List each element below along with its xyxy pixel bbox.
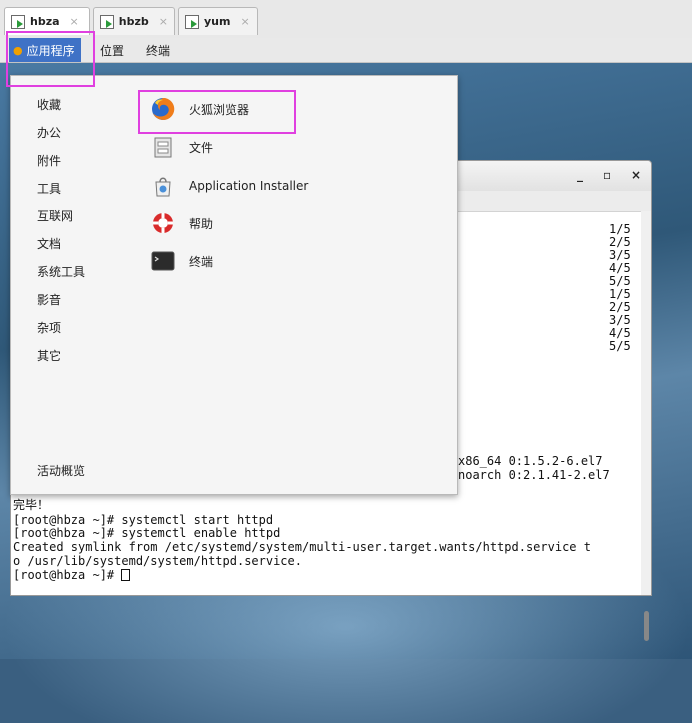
vm-tab-hbzb[interactable]: hbzb × bbox=[93, 7, 175, 35]
category-favorites[interactable]: 收藏 bbox=[37, 96, 61, 113]
applications-label: 应用程序 bbox=[26, 43, 75, 58]
vm-icon bbox=[100, 14, 114, 29]
places-menu-button[interactable]: 位置 bbox=[100, 42, 124, 59]
top-panel: ● 应用程序 位置 终端 bbox=[0, 38, 692, 63]
app-label: Application Installer bbox=[189, 179, 309, 193]
vm-icon bbox=[11, 14, 25, 29]
gnome-foot-icon: ● bbox=[13, 43, 23, 57]
scrollbar-thumb[interactable] bbox=[644, 611, 649, 641]
app-label: 火狐浏览器 bbox=[189, 102, 250, 117]
close-icon[interactable]: × bbox=[159, 15, 168, 28]
category-sundry[interactable]: 杂项 bbox=[37, 319, 61, 336]
vm-tab-hbza[interactable]: hbza × bbox=[4, 7, 90, 35]
vm-icon bbox=[185, 14, 199, 29]
terminal-line: [root@hbza ~]# systemctl enable httpd bbox=[13, 526, 281, 540]
close-icon[interactable]: × bbox=[631, 168, 641, 182]
vm-tab-label: hbza bbox=[30, 15, 60, 28]
vm-tab-label: hbzb bbox=[118, 15, 149, 28]
terminal-app-button[interactable]: 终端 bbox=[146, 42, 170, 59]
text-cursor bbox=[121, 569, 131, 581]
app-terminal[interactable]: 终端 bbox=[151, 246, 213, 276]
progress-count: 5/5 bbox=[609, 339, 631, 353]
applications-dropdown: 收藏 办公 附件 工具 互联网 文档 系统工具 影音 杂项 其它 活动概览 火狐… bbox=[10, 75, 458, 495]
app-files[interactable]: 文件 bbox=[151, 132, 213, 162]
category-utilities[interactable]: 工具 bbox=[37, 180, 61, 197]
files-icon bbox=[151, 135, 175, 159]
installer-icon bbox=[151, 174, 175, 198]
close-icon[interactable]: × bbox=[240, 15, 249, 28]
app-help[interactable]: 帮助 bbox=[151, 208, 213, 238]
prompt-text: [root@hbza ~]# bbox=[13, 568, 122, 582]
vm-tab-yum[interactable]: yum × bbox=[178, 7, 258, 35]
app-installer[interactable]: Application Installer bbox=[151, 171, 308, 201]
package-line: noarch 0:2.1.41-2.el7 bbox=[458, 468, 610, 482]
terminal-scrollbar[interactable] bbox=[641, 211, 651, 641]
app-firefox[interactable]: 火狐浏览器 bbox=[151, 94, 249, 124]
vm-tab-label: yum bbox=[204, 15, 231, 28]
app-label: 文件 bbox=[189, 140, 214, 155]
category-system-tools[interactable]: 系统工具 bbox=[37, 263, 85, 280]
minimize-icon[interactable]: _ bbox=[577, 168, 583, 182]
category-accessories[interactable]: 附件 bbox=[37, 152, 61, 169]
terminal-line: Created symlink from /etc/systemd/system… bbox=[13, 540, 591, 554]
terminal-prompt-line: [root@hbza ~]# bbox=[13, 568, 131, 582]
terminal-icon bbox=[151, 249, 175, 273]
category-office[interactable]: 办公 bbox=[37, 124, 61, 141]
app-label: 终端 bbox=[189, 254, 214, 269]
activities-overview[interactable]: 活动概览 bbox=[37, 462, 85, 479]
package-line: x86_64 0:1.5.2-6.el7 bbox=[458, 454, 603, 468]
help-icon bbox=[151, 211, 175, 235]
terminal-line: 完毕！ bbox=[13, 498, 50, 512]
applications-menu-button[interactable]: ● 应用程序 bbox=[9, 38, 81, 62]
category-other[interactable]: 其它 bbox=[37, 347, 61, 364]
vm-tab-strip: hbza × hbzb × yum × bbox=[0, 0, 692, 39]
maximize-icon[interactable]: ▫ bbox=[603, 168, 611, 182]
category-internet[interactable]: 互联网 bbox=[37, 207, 73, 224]
category-sound-video[interactable]: 影音 bbox=[37, 291, 61, 308]
firefox-icon bbox=[151, 97, 175, 121]
close-icon[interactable]: × bbox=[70, 15, 79, 28]
terminal-line: o /usr/lib/systemd/system/httpd.service. bbox=[13, 554, 302, 568]
app-label: 帮助 bbox=[189, 216, 214, 231]
category-documents[interactable]: 文档 bbox=[37, 235, 61, 252]
